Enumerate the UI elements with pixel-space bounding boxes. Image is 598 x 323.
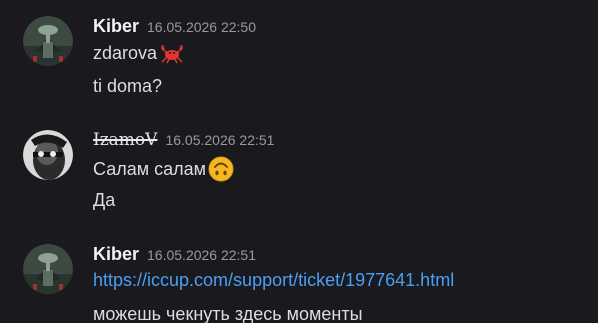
kiber-avatar-icon bbox=[23, 244, 73, 294]
timestamp: 16.05.2026 22:51 bbox=[165, 132, 275, 148]
izamov-avatar-icon bbox=[23, 130, 73, 180]
author-name[interactable]: Kiber bbox=[93, 244, 139, 265]
message-text: можешь чекнуть здесь моменты bbox=[93, 304, 363, 323]
message-line: zdarova bbox=[93, 42, 185, 64]
message-text: Салам салам bbox=[93, 158, 207, 179]
message-header: Kiber 16.05.2026 22:51 bbox=[93, 244, 256, 265]
avatar[interactable] bbox=[23, 130, 73, 180]
message-group: Kiber 16.05.2026 22:50 zdarova ti doma? bbox=[0, 16, 598, 106]
message-line: ti doma? bbox=[93, 76, 162, 97]
timestamp: 16.05.2026 22:50 bbox=[147, 19, 257, 35]
message-header: IzamoV 16.05.2026 22:51 bbox=[93, 130, 274, 150]
message-header: Kiber 16.05.2026 22:50 bbox=[93, 16, 256, 37]
message-line: Салам салам bbox=[93, 156, 234, 182]
avatar[interactable] bbox=[23, 16, 73, 66]
ticket-link[interactable]: https://iccup.com/support/ticket/1977641… bbox=[93, 270, 454, 291]
message-group: IzamoV 16.05.2026 22:51 Салам салам Да bbox=[0, 130, 598, 220]
upside-down-face-emoji-icon bbox=[208, 156, 234, 182]
crab-emoji-icon bbox=[161, 45, 183, 64]
message-text: zdarova bbox=[93, 42, 158, 63]
message-line: Да bbox=[93, 190, 115, 211]
message-line: можешь чекнуть здесь моменты bbox=[93, 304, 363, 323]
timestamp: 16.05.2026 22:51 bbox=[147, 247, 257, 263]
message-text: Да bbox=[93, 190, 116, 210]
kiber-avatar-icon bbox=[23, 16, 73, 66]
avatar[interactable] bbox=[23, 244, 73, 294]
message-text: ti doma? bbox=[93, 76, 163, 96]
author-name[interactable]: Kiber bbox=[93, 16, 139, 37]
message-line: https://iccup.com/support/ticket/1977641… bbox=[93, 270, 454, 291]
chat-message-list: Kiber 16.05.2026 22:50 zdarova ti doma? bbox=[0, 0, 598, 323]
author-name[interactable]: IzamoV bbox=[93, 130, 157, 150]
message-group: Kiber 16.05.2026 22:51 https://iccup.com… bbox=[0, 244, 598, 323]
